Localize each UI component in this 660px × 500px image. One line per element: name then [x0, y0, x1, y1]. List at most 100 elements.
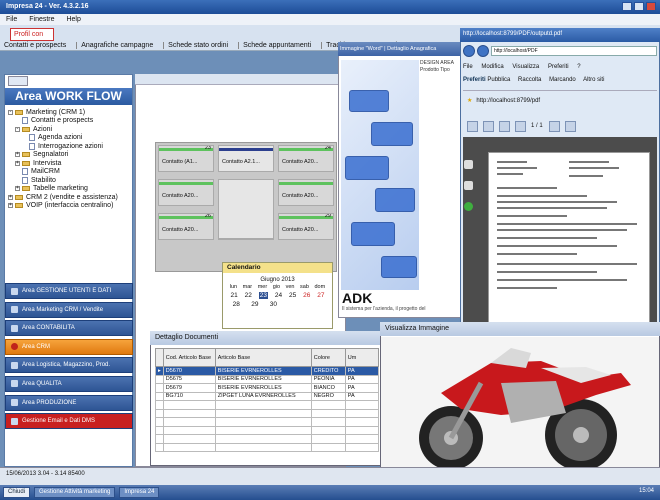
minimize-button[interactable]: [622, 2, 632, 11]
close-button[interactable]: [646, 2, 656, 11]
calendar-day[interactable]: 25: [289, 292, 296, 299]
table-cell[interactable]: D5670: [162, 366, 216, 376]
calendar-day[interactable]: 28: [233, 301, 240, 308]
area-nav-button[interactable]: Gestione Email e Dati DMS: [5, 413, 133, 430]
calendar-day[interactable]: 26: [303, 292, 310, 299]
browser-menu-help[interactable]: ?: [577, 64, 580, 70]
workflow-card[interactable]: Contatto A20...: [278, 179, 334, 206]
workflow-card[interactable]: Contatto A2.1...: [218, 145, 274, 172]
table-cell[interactable]: [344, 417, 380, 427]
table-cell[interactable]: D5679: [162, 383, 216, 393]
save-icon[interactable]: [483, 120, 494, 132]
table-cell[interactable]: [214, 408, 312, 418]
table-cell[interactable]: [214, 400, 312, 410]
row-selector[interactable]: [155, 374, 164, 384]
maximize-button[interactable]: [634, 2, 644, 11]
table-cell[interactable]: CREDITO: [310, 366, 346, 376]
tree-item[interactable]: + Intervista: [8, 159, 132, 168]
calendar-day[interactable]: 24: [275, 292, 282, 299]
calendar-day[interactable]: 29: [251, 301, 258, 308]
menu-finestre[interactable]: Finestre: [29, 16, 54, 23]
table-cell[interactable]: [162, 417, 216, 427]
workflow-card[interactable]: Contatto A20...: [158, 179, 214, 206]
workflow-card[interactable]: 24 Contatto A20...: [278, 145, 334, 172]
tree-item[interactable]: + CRM 2 (vendite e assistenza): [8, 193, 132, 202]
tree-item[interactable]: Contatti e prospects: [8, 117, 132, 126]
panel-pin-button[interactable]: [8, 76, 28, 86]
tab-appuntamenti[interactable]: Schede appuntamenti: [238, 42, 312, 49]
table-cell[interactable]: [310, 417, 346, 427]
area-nav-button[interactable]: Area CRM: [5, 338, 133, 355]
table-cell[interactable]: [214, 434, 312, 444]
table-cell[interactable]: PEONIA: [310, 374, 346, 384]
workflow-card[interactable]: 23 Contatto (A1...: [158, 145, 214, 172]
table-row[interactable]: D5675 BISERIE EVRNEROLLES PEONIA PA: [155, 374, 380, 384]
expand-icon[interactable]: +: [8, 203, 13, 209]
url-input[interactable]: http://localhost/PDF: [491, 46, 657, 56]
link-pubblica[interactable]: Pubblica: [487, 77, 510, 83]
table-cell[interactable]: PA: [344, 366, 380, 376]
tab-campagne[interactable]: Anagrafiche campagne: [76, 42, 154, 49]
row-selector[interactable]: [155, 383, 164, 393]
area-nav-button[interactable]: Area Marketing CRM / Vendite: [5, 301, 133, 318]
page-up-icon[interactable]: [499, 120, 510, 132]
menu-help[interactable]: Help: [66, 16, 80, 23]
table-cell[interactable]: [344, 434, 380, 444]
row-selector[interactable]: [155, 408, 164, 418]
table-row[interactable]: [155, 434, 380, 444]
table-row[interactable]: [155, 442, 380, 452]
workflow-card[interactable]: 26 Contatto A20...: [158, 213, 214, 240]
tree-item[interactable]: - Azioni: [8, 125, 132, 134]
preview-tabs[interactable]: Immagine "Word" | Dettaglio Anagrafica: [338, 42, 464, 56]
table-row[interactable]: [155, 408, 380, 418]
table-row[interactable]: [155, 400, 380, 410]
table-cell[interactable]: ZIPGET LUNA EVRNEROLLES: [214, 391, 312, 401]
table-cell[interactable]: [162, 408, 216, 418]
calendar-day[interactable]: 21: [230, 292, 237, 299]
tree-item[interactable]: + VOIP (interfaccia centralino): [8, 202, 132, 211]
calendar-day[interactable]: 22: [245, 292, 252, 299]
table-cell[interactable]: NEGRO: [310, 391, 346, 401]
link-marcando[interactable]: Marcando: [549, 77, 576, 83]
zoom-out-icon[interactable]: [548, 120, 560, 132]
row-selector[interactable]: [155, 400, 164, 410]
link-raccolta[interactable]: Raccolta: [518, 77, 541, 83]
attachment-icon[interactable]: [464, 181, 473, 190]
table-cell[interactable]: [162, 434, 216, 444]
area-nav-button[interactable]: Area PRODUZIONE: [5, 394, 133, 411]
collapse-icon[interactable]: -: [8, 109, 13, 115]
expand-icon[interactable]: +: [15, 152, 20, 158]
row-selector[interactable]: [155, 391, 164, 401]
table-cell[interactable]: [162, 442, 216, 452]
tab-contatti[interactable]: Contatti e prospects: [4, 42, 66, 49]
tree-item[interactable]: Stabilito: [8, 176, 132, 185]
table-cell[interactable]: [344, 442, 380, 452]
browser-menu-edit[interactable]: Modifica: [481, 64, 503, 70]
tree-item[interactable]: Interrogazione azioni: [8, 142, 132, 151]
col-codice[interactable]: Cod. Articolo Base: [162, 348, 216, 367]
browser-menu-view[interactable]: Visualizza: [512, 64, 539, 70]
expand-icon[interactable]: +: [15, 186, 20, 192]
table-cell[interactable]: BISERIE EVRNEROLLES: [214, 383, 312, 393]
table-cell[interactable]: [344, 400, 380, 410]
row-selector[interactable]: [155, 417, 164, 427]
task-gestione[interactable]: Gestione Attività marketing: [34, 487, 116, 498]
calendar-day[interactable]: 30: [270, 301, 277, 308]
area-nav-button[interactable]: Area CONTABILITA: [5, 320, 133, 337]
table-row[interactable]: BG710 ZIPGET LUNA EVRNEROLLES NEGRO PA: [155, 391, 380, 401]
tree-item[interactable]: + Tabelle marketing: [8, 185, 132, 194]
browser-menu-favorites[interactable]: Preferiti: [548, 64, 569, 70]
area-nav-button[interactable]: Area Logistica, Magazzino, Prod.: [5, 357, 133, 374]
table-cell[interactable]: PA: [344, 391, 380, 401]
col-colore[interactable]: Colore: [310, 348, 346, 367]
collapse-icon[interactable]: -: [15, 126, 20, 132]
table-cell[interactable]: [310, 400, 346, 410]
calendar-day[interactable]: 27: [317, 292, 324, 299]
table-cell[interactable]: BISERIE EVRNEROLLES: [214, 366, 312, 376]
tree-item[interactable]: Agenda azioni: [8, 134, 132, 143]
row-selector[interactable]: ▸: [155, 366, 164, 376]
table-row[interactable]: D5679 BISERIE EVRNEROLLES BIANCO PA: [155, 383, 380, 393]
tab-app[interactable]: Profil con: [10, 28, 54, 41]
menu-file[interactable]: File: [6, 16, 17, 23]
table-cell[interactable]: [214, 417, 312, 427]
